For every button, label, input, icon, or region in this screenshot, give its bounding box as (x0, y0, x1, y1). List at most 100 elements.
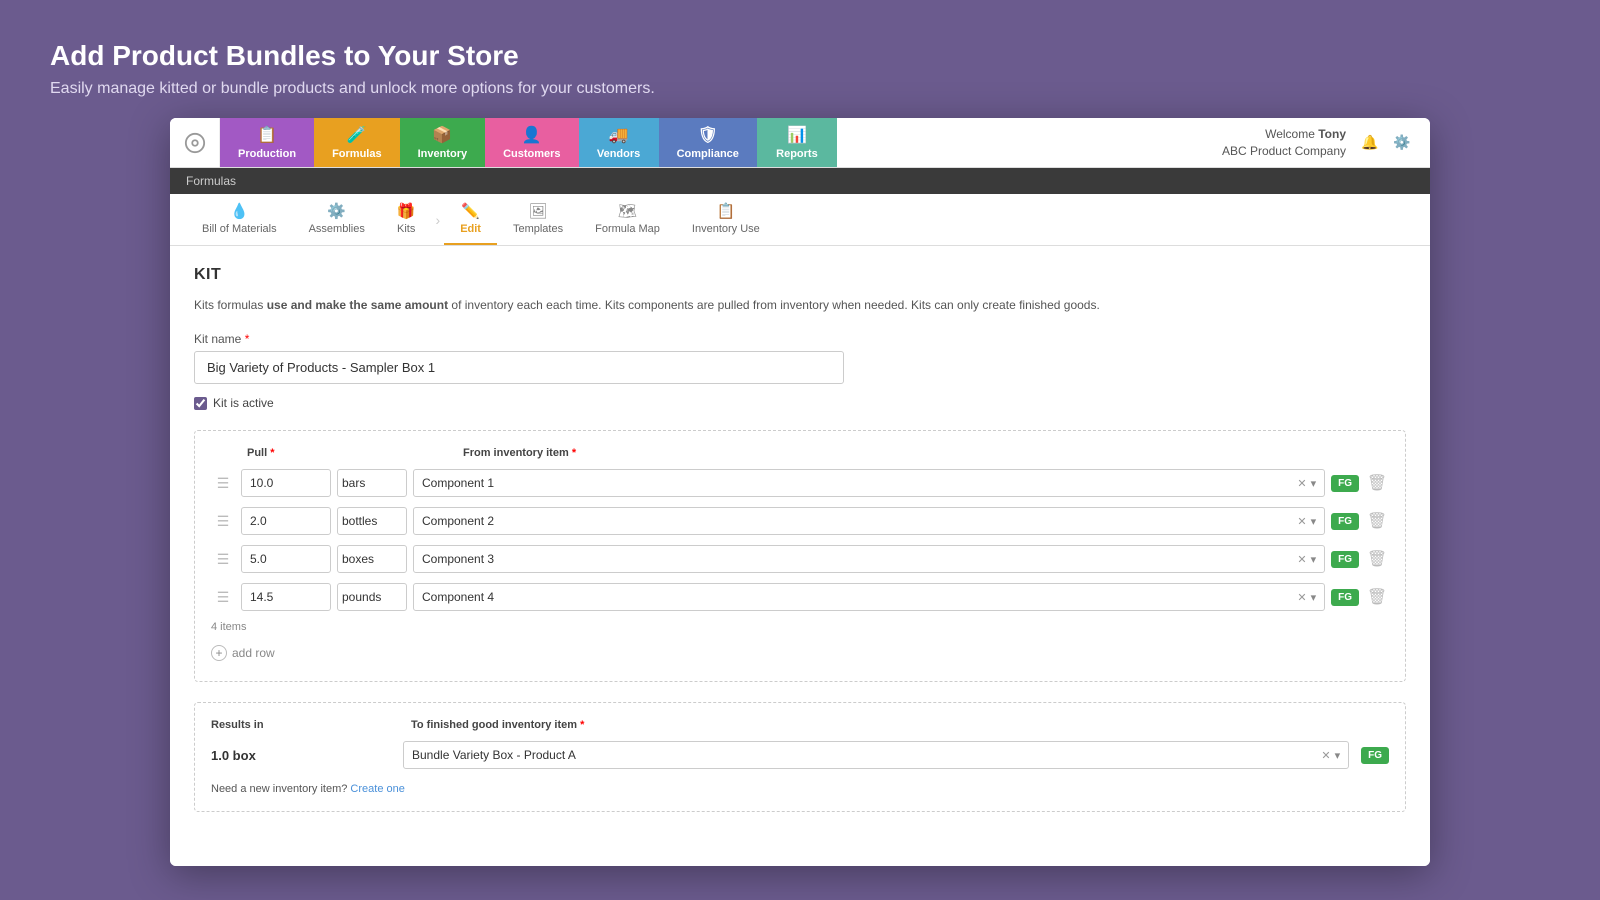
nav-tab-compliance[interactable]: 🛡 Compliance (659, 118, 757, 167)
clear-dropdown-1[interactable]: ✕ (1297, 477, 1306, 490)
reports-icon: 📊 (787, 125, 807, 145)
inventory-icon: 📦 (432, 125, 452, 145)
results-value: 1.0 box (211, 748, 391, 763)
tab-edit[interactable]: ✏️ Edit (444, 194, 497, 245)
drag-handle-2[interactable]: ☰ (211, 513, 235, 530)
fg-badge-3[interactable]: FG (1331, 551, 1359, 568)
drag-handle-1[interactable]: ☰ (211, 475, 235, 492)
finished-good-dropdown[interactable]: Bundle Variety Box - Product A ✕ ▾ (403, 741, 1349, 769)
unit-input-3[interactable] (337, 545, 407, 573)
fg-badge-2[interactable]: FG (1331, 513, 1359, 530)
tab-inventory-use[interactable]: 📋 Inventory Use (676, 194, 776, 245)
main-content: KIT Kits formulas use and make the same … (170, 246, 1430, 866)
nav-tab-reports[interactable]: 📊 Reports (757, 118, 837, 167)
compliance-icon: 🛡 (698, 125, 718, 145)
results-row: 1.0 box Bundle Variety Box - Product A ✕… (211, 741, 1389, 769)
pull-input-2[interactable] (241, 507, 331, 535)
bell-icon[interactable]: 🔔 (1358, 131, 1382, 155)
nav-tab-inventory[interactable]: 📦 Inventory (400, 118, 486, 167)
vendors-icon: 🚚 (609, 125, 629, 145)
clear-finished-good[interactable]: ✕ (1321, 749, 1330, 762)
welcome-label: Welcome (1265, 127, 1315, 141)
page-subtitle: Easily manage kitted or bundle products … (50, 80, 1550, 98)
tab-formula-map-label: Formula Map (595, 223, 660, 235)
delete-row-4[interactable]: 🗑 (1365, 587, 1389, 607)
nav-tab-vendors[interactable]: 🚚 Vendors (579, 118, 659, 167)
tab-inventory-use-label: Inventory Use (692, 223, 760, 235)
fg-badge-4[interactable]: FG (1331, 589, 1359, 606)
pull-input-4[interactable] (241, 583, 331, 611)
clear-dropdown-4[interactable]: ✕ (1297, 591, 1306, 604)
unit-input-2[interactable] (337, 507, 407, 535)
top-nav: 📋 Production 🧪 Formulas 📦 Inventory 👤 Cu… (170, 118, 1430, 168)
drag-handle-3[interactable]: ☰ (211, 551, 235, 568)
tab-bom-label: Bill of Materials (202, 223, 277, 235)
formula-map-icon: 🗺 (618, 202, 637, 220)
clear-dropdown-3[interactable]: ✕ (1297, 553, 1306, 566)
plus-icon: + (211, 645, 227, 661)
page-header: Add Product Bundles to Your Store Easily… (0, 0, 1600, 118)
nav-tab-formulas[interactable]: 🧪 Formulas (314, 118, 400, 167)
formula-tabs: 💧 Bill of Materials ⚙️ Assemblies 🎁 Kits… (170, 194, 1430, 246)
create-inventory-link[interactable]: Create one (350, 783, 404, 795)
user-name: Tony (1318, 127, 1346, 141)
pull-input-3[interactable] (241, 545, 331, 573)
delete-row-3[interactable]: 🗑 (1365, 549, 1389, 569)
kit-name-label: Kit name * (194, 332, 1406, 346)
components-table: Pull * From inventory item * ☰ Component… (194, 430, 1406, 682)
kit-active-row: Kit is active (194, 396, 1406, 410)
from-header: From inventory item * (447, 447, 1389, 459)
nav-right: Welcome Tony ABC Product Company 🔔 ⚙️ (1206, 118, 1430, 167)
from-dropdown-3[interactable]: Component 3 ✕ ▾ (413, 545, 1325, 573)
delete-row-1[interactable]: 🗑 (1365, 473, 1389, 493)
tab-edit-label: Edit (460, 223, 481, 235)
nav-tabs: 📋 Production 🧪 Formulas 📦 Inventory 👤 Cu… (220, 118, 1206, 167)
nav-icons: 🔔 ⚙️ (1358, 131, 1414, 155)
tab-bill-of-materials[interactable]: 💧 Bill of Materials (186, 194, 293, 245)
unit-input-4[interactable] (337, 583, 407, 611)
tab-templates[interactable]: 🖼 Templates (497, 194, 579, 245)
edit-icon: ✏️ (461, 202, 480, 220)
dropdown-arrow-2[interactable]: ▾ (1311, 515, 1317, 528)
kit-active-checkbox[interactable] (194, 397, 207, 410)
sub-header-breadcrumb: Formulas (170, 168, 1430, 194)
section-title: KIT (194, 266, 1406, 284)
pull-header: Pull * (247, 447, 377, 459)
tab-formula-map[interactable]: 🗺 Formula Map (579, 194, 676, 245)
nav-tab-inventory-label: Inventory (418, 148, 468, 160)
to-finished-header: To finished good inventory item * (411, 719, 1389, 731)
finished-good-item: Bundle Variety Box - Product A (412, 748, 576, 762)
from-dropdown-4[interactable]: Component 4 ✕ ▾ (413, 583, 1325, 611)
from-dropdown-1[interactable]: Component 1 ✕ ▾ (413, 469, 1325, 497)
unit-input-1[interactable] (337, 469, 407, 497)
tab-assemblies[interactable]: ⚙️ Assemblies (293, 194, 381, 245)
dropdown-arrow-4[interactable]: ▾ (1311, 591, 1317, 604)
fg-badge-1[interactable]: FG (1331, 475, 1359, 492)
finished-good-arrow[interactable]: ▾ (1335, 749, 1341, 762)
component-row-4: ☰ Component 4 ✕ ▾ FG 🗑 (211, 583, 1389, 611)
nav-tab-reports-label: Reports (776, 148, 818, 160)
company-name: ABC Product Company (1222, 144, 1346, 158)
dropdown-arrow-1[interactable]: ▾ (1311, 477, 1317, 490)
nav-tab-customers[interactable]: 👤 Customers (485, 118, 578, 167)
pull-input-1[interactable] (241, 469, 331, 497)
drag-handle-4[interactable]: ☰ (211, 589, 235, 606)
templates-icon: 🖼 (529, 202, 548, 220)
delete-row-2[interactable]: 🗑 (1365, 511, 1389, 531)
settings-icon[interactable]: ⚙️ (1390, 131, 1414, 155)
tab-kits[interactable]: 🎁 Kits (381, 194, 432, 245)
inventory-use-icon: 📋 (717, 202, 736, 220)
fg-badge-finished[interactable]: FG (1361, 747, 1389, 764)
kit-name-input[interactable] (194, 351, 844, 384)
welcome-text: Welcome Tony ABC Product Company (1222, 126, 1346, 160)
new-inventory-note: Need a new inventory item? Create one (211, 783, 1389, 795)
add-row-button[interactable]: + add row (211, 641, 1389, 665)
clear-dropdown-2[interactable]: ✕ (1297, 515, 1306, 528)
nav-logo (170, 118, 220, 167)
nav-tab-production[interactable]: 📋 Production (220, 118, 314, 167)
results-in-header: Results in (211, 719, 411, 731)
dropdown-arrow-3[interactable]: ▾ (1311, 553, 1317, 566)
from-dropdown-2[interactable]: Component 2 ✕ ▾ (413, 507, 1325, 535)
nav-tab-production-label: Production (238, 148, 296, 160)
component-row-3: ☰ Component 3 ✕ ▾ FG 🗑 (211, 545, 1389, 573)
